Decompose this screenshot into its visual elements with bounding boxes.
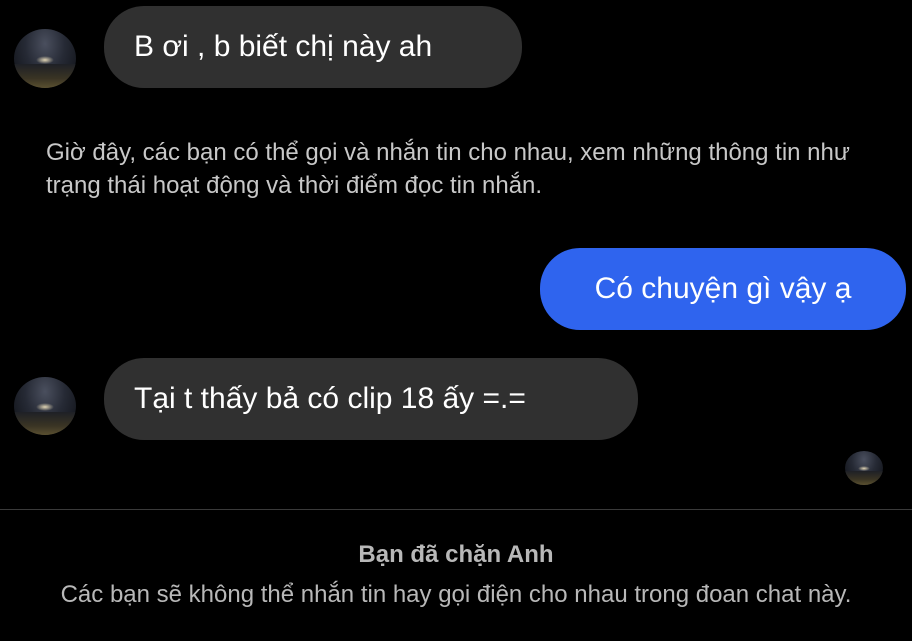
divider: [0, 509, 912, 510]
sender-avatar[interactable]: [14, 377, 76, 435]
read-receipt-avatar: [845, 451, 883, 485]
incoming-message-bubble[interactable]: B ơi , b biết chị này ah: [104, 6, 522, 88]
sender-avatar[interactable]: [14, 29, 76, 88]
avatar-light: [35, 55, 55, 64]
blocked-title: Bạn đã chặn Anh: [358, 541, 554, 568]
avatar-landscape: [845, 471, 883, 485]
outgoing-message-bubble[interactable]: Có chuyện gì vậy ạ: [540, 248, 906, 330]
message-text: Tại t thấy bả có clip 18 ấy =.=: [134, 382, 526, 415]
incoming-message-bubble[interactable]: Tại t thấy bả có clip 18 ấy =.=: [104, 358, 638, 440]
avatar-landscape: [14, 411, 76, 435]
message-text: Có chuyện gì vậy ạ: [594, 272, 852, 305]
avatar-light: [35, 403, 55, 412]
system-notice: Giờ đây, các bạn có thể gọi và nhắn tin …: [46, 139, 850, 199]
message-text: B ơi , b biết chị này ah: [134, 30, 433, 63]
avatar-light: [858, 466, 870, 472]
avatar-landscape: [14, 64, 76, 88]
blocked-description: Các bạn sẽ không thể nhắn tin hay gọi đi…: [60, 581, 852, 608]
